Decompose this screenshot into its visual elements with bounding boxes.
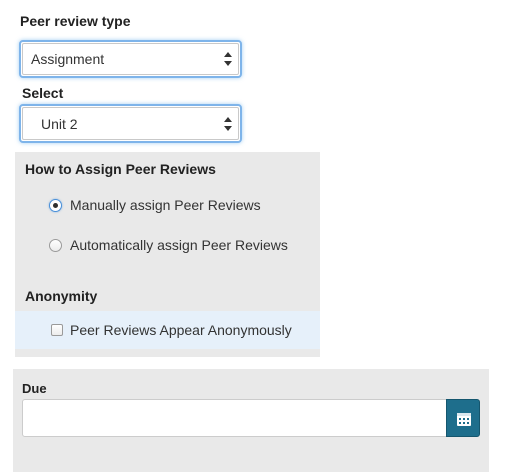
anonymity-row[interactable]: Peer Reviews Appear Anonymously <box>15 311 320 349</box>
updown-arrows-icon <box>224 52 232 66</box>
due-panel: Due <box>13 369 489 472</box>
automatic-assign-label: Automatically assign Peer Reviews <box>70 237 288 253</box>
select-label: Select <box>22 85 64 101</box>
assign-anonymity-panel: How to Assign Peer Reviews Manually assi… <box>15 152 320 357</box>
unit-select[interactable]: Unit 2 <box>19 104 242 143</box>
calendar-button[interactable] <box>446 399 480 437</box>
due-date-input[interactable] <box>22 399 447 437</box>
peer-review-type-label: Peer review type <box>20 13 131 29</box>
updown-arrows-icon <box>224 116 232 131</box>
anonymous-checkbox-label: Peer Reviews Appear Anonymously <box>70 322 292 338</box>
anonymous-checkbox[interactable] <box>51 324 63 336</box>
automatic-assign-radio[interactable] <box>49 239 62 252</box>
peer-review-type-select[interactable]: Assignment <box>19 40 242 78</box>
peer-review-type-selected-value: Assignment <box>31 51 105 67</box>
assign-option-manual[interactable]: Manually assign Peer Reviews <box>49 196 309 216</box>
assign-option-automatic[interactable]: Automatically assign Peer Reviews <box>49 236 319 256</box>
anonymity-heading: Anonymity <box>25 288 98 304</box>
calendar-icon <box>457 413 471 426</box>
unit-selected-value: Unit 2 <box>41 115 78 132</box>
assign-heading: How to Assign Peer Reviews <box>25 161 216 177</box>
manual-assign-label: Manually assign Peer Reviews <box>70 197 261 213</box>
manual-assign-radio[interactable] <box>49 199 62 212</box>
due-label: Due <box>22 381 47 396</box>
